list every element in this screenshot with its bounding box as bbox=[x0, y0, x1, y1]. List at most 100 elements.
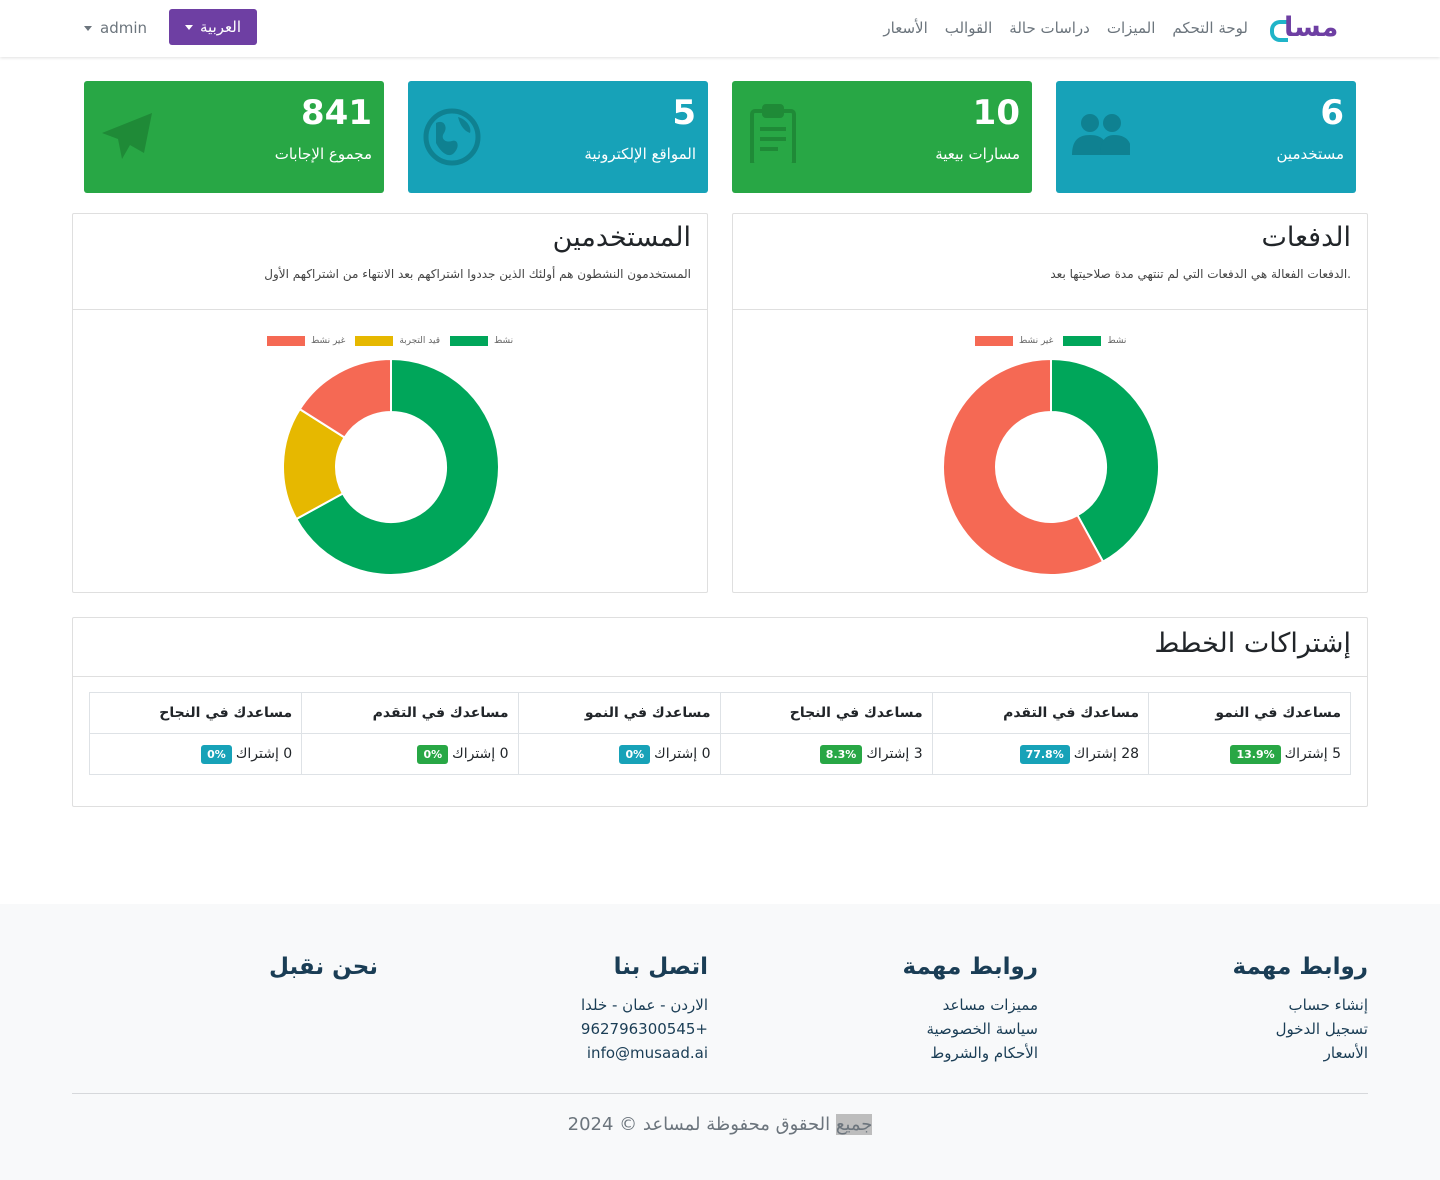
panel-title: الدفعات bbox=[1261, 222, 1351, 253]
language-dropdown-button[interactable]: العربية bbox=[169, 9, 257, 45]
plan-column-header: مساعدك في النمو bbox=[1148, 692, 1351, 734]
legend-item[interactable]: غير نشط bbox=[267, 334, 345, 348]
stat-value: 10 bbox=[972, 93, 1020, 133]
stat-label: مسارات بيعية bbox=[935, 145, 1020, 163]
top-navbar: مسا لوحة التحكم الميزات دراسات حالة القو… bbox=[0, 0, 1440, 57]
legend-swatch bbox=[975, 336, 1013, 346]
footer-column-links-2: روابط مهمة مميزات مساعد سياسة الخصوصية ا… bbox=[903, 954, 1038, 1065]
plan-subscription-cell: 0 إشتراك0% bbox=[517, 733, 721, 775]
footer-divider bbox=[72, 1093, 1368, 1094]
panel-title: المستخدمين bbox=[552, 222, 691, 253]
chart-legend: نشط غير نشط bbox=[975, 334, 1126, 348]
brand-logo[interactable]: مسا bbox=[1270, 12, 1356, 46]
panel-header: المستخدمين المستخدمون النشطون هم أولئك ا… bbox=[73, 214, 707, 310]
legend-swatch bbox=[1063, 336, 1102, 346]
users-panel: المستخدمين المستخدمون النشطون هم أولئك ا… bbox=[72, 213, 708, 593]
footer-heading: روابط مهمة bbox=[1232, 954, 1368, 980]
subscription-count: 0 إشتراك bbox=[654, 745, 711, 762]
divider bbox=[73, 676, 1367, 677]
footer-column-links: روابط مهمة إنشاء حساب تسجيل الدخول الأسع… bbox=[1233, 954, 1368, 1065]
payments-donut-chart bbox=[942, 357, 1160, 576]
footer-link-privacy[interactable]: سياسة الخصوصية bbox=[903, 1017, 1038, 1041]
nav-link-features[interactable]: الميزات bbox=[1107, 19, 1156, 37]
payments-panel: الدفعات الدفعات الفعالة هي الدفعات التي … bbox=[732, 213, 1368, 593]
plan-column-header: مساعدك في النجاح bbox=[719, 692, 933, 734]
footer-link-login[interactable]: تسجيل الدخول bbox=[1233, 1017, 1368, 1041]
footer-heading: اتصل بنا bbox=[613, 954, 708, 980]
contact-phone[interactable]: 962796300545+ bbox=[581, 1017, 708, 1041]
plan-column-header: مساعدك في النجاح bbox=[88, 692, 303, 734]
subscription-count: 0 إشتراك bbox=[452, 745, 509, 762]
legend-item[interactable]: نشط bbox=[1063, 334, 1126, 348]
legend-item[interactable]: قيد التجربة bbox=[355, 334, 440, 348]
language-label: العربية bbox=[200, 18, 241, 36]
subscription-count: 0 إشتراك bbox=[235, 745, 293, 762]
plan-subscriptions-table: مساعدك في النمو مساعدك في التقدم مساعدك في… bbox=[88, 692, 1351, 775]
nav-link-case-studies[interactable]: دراسات حالة bbox=[1009, 19, 1090, 37]
nav-link-dashboard[interactable]: لوحة التحكم bbox=[1172, 19, 1248, 37]
contact-email[interactable]: info@musaad.ai bbox=[581, 1041, 708, 1065]
plan-subscription-cell: 3 إشتراك8.3% bbox=[719, 733, 933, 775]
copyright-text: الحقوق محفوظة لمساعد © 2024 bbox=[567, 1114, 836, 1135]
percentage-badge: 0% bbox=[201, 744, 232, 764]
stat-value: 841 bbox=[301, 93, 372, 133]
stat-label: مجموع الإجابات bbox=[274, 145, 372, 163]
stat-value: 5 bbox=[672, 93, 696, 133]
plan-subscription-cell: 28 إشتراك77.8% bbox=[931, 733, 1150, 775]
plan-subscription-cell: 0 إشتراك0% bbox=[88, 733, 303, 775]
legend-item[interactable]: نشط bbox=[450, 334, 513, 348]
legend-swatch bbox=[267, 336, 305, 346]
copyright: جميع الحقوق محفوظة لمساعد © 2024 bbox=[0, 1114, 1440, 1135]
percentage-badge: 13.9% bbox=[1230, 744, 1281, 764]
stat-label: المواقع الإلكترونية bbox=[584, 145, 696, 163]
nav-links: لوحة التحكم الميزات دراسات حالة القوالب … bbox=[883, 19, 1248, 37]
users-donut-chart bbox=[282, 357, 500, 576]
table-row: 5 إشتراك13.9% 28 إشتراك77.8% 3 إشتراك8.3% 0… bbox=[88, 733, 1351, 775]
nav-link-templates[interactable]: القوالب bbox=[945, 19, 993, 37]
percentage-badge: 0% bbox=[619, 744, 651, 764]
panel-subtitle: المستخدمون النشطون هم أولئك الذين جددوا … bbox=[264, 267, 691, 281]
legend-label: قيد التجربة bbox=[399, 336, 440, 346]
subscription-count: 5 إشتراك bbox=[1284, 745, 1341, 762]
nav-link-pricing[interactable]: الأسعار bbox=[883, 19, 927, 37]
stat-card-users[interactable]: 6 مستخدمين bbox=[1056, 81, 1356, 193]
footer-link-pricing[interactable]: الأسعار bbox=[1233, 1041, 1368, 1065]
legend-label: نشط bbox=[494, 336, 514, 346]
legend-swatch bbox=[355, 336, 394, 346]
panel-header: الدفعات الدفعات الفعالة هي الدفعات التي … bbox=[733, 214, 1367, 310]
subscription-count: 3 إشتراك bbox=[866, 745, 923, 762]
footer-link-register[interactable]: إنشاء حساب bbox=[1233, 993, 1368, 1017]
user-menu[interactable]: admin bbox=[84, 19, 147, 37]
footer-heading: روابط مهمة bbox=[902, 954, 1038, 980]
footer-link-features[interactable]: مميزات مساعد bbox=[903, 993, 1038, 1017]
plan-column-header: مساعدك في التقدم bbox=[301, 692, 519, 734]
footer-column-payments: نحن نقبل bbox=[269, 954, 378, 993]
legend-label: نشط bbox=[1107, 336, 1127, 346]
footer-link-terms[interactable]: الأحكام والشروط bbox=[903, 1041, 1038, 1065]
legend-label: غير نشط bbox=[311, 336, 346, 346]
chevron-down-icon bbox=[84, 25, 92, 31]
globe-icon bbox=[423, 108, 481, 166]
percentage-badge: 8.3% bbox=[819, 744, 863, 764]
percentage-badge: 0% bbox=[417, 744, 449, 764]
table-header-row: مساعدك في النمو مساعدك في التقدم مساعدك في… bbox=[88, 692, 1351, 734]
paper-plane-icon bbox=[102, 113, 152, 159]
footer-heading: نحن نقبل bbox=[268, 954, 378, 980]
plan-column-header: مساعدك في النمو bbox=[517, 692, 721, 734]
footer: روابط مهمة إنشاء حساب تسجيل الدخول الأسع… bbox=[0, 904, 1440, 1180]
chart-legend: نشط قيد التجربة غير نشط bbox=[267, 334, 513, 348]
contact-address: الاردن - عمان - خلدا bbox=[580, 996, 708, 1014]
legend-item[interactable]: غير نشط bbox=[975, 334, 1053, 348]
stat-card-responses[interactable]: 841 مجموع الإجابات bbox=[84, 81, 384, 193]
plan-subscriptions-panel: إشتراكات الخطط مساعدك في النمو مساعدك في … bbox=[72, 617, 1368, 807]
stat-card-funnels[interactable]: 10 مسارات بيعية bbox=[732, 81, 1032, 193]
legend-label: غير نشط bbox=[1019, 336, 1054, 346]
user-name: admin bbox=[100, 19, 147, 37]
panel-subtitle: الدفعات الفعالة هي الدفعات التي لم تنتهي… bbox=[1050, 267, 1351, 281]
stat-value: 6 bbox=[1320, 93, 1344, 133]
stat-card-websites[interactable]: 5 المواقع الإلكترونية bbox=[408, 81, 708, 193]
subscription-count: 28 إشتراك bbox=[1073, 745, 1140, 762]
stat-label: مستخدمين bbox=[1276, 145, 1344, 163]
percentage-badge: 77.8% bbox=[1019, 744, 1070, 764]
plan-subscription-cell: 5 إشتراك13.9% bbox=[1148, 733, 1351, 775]
